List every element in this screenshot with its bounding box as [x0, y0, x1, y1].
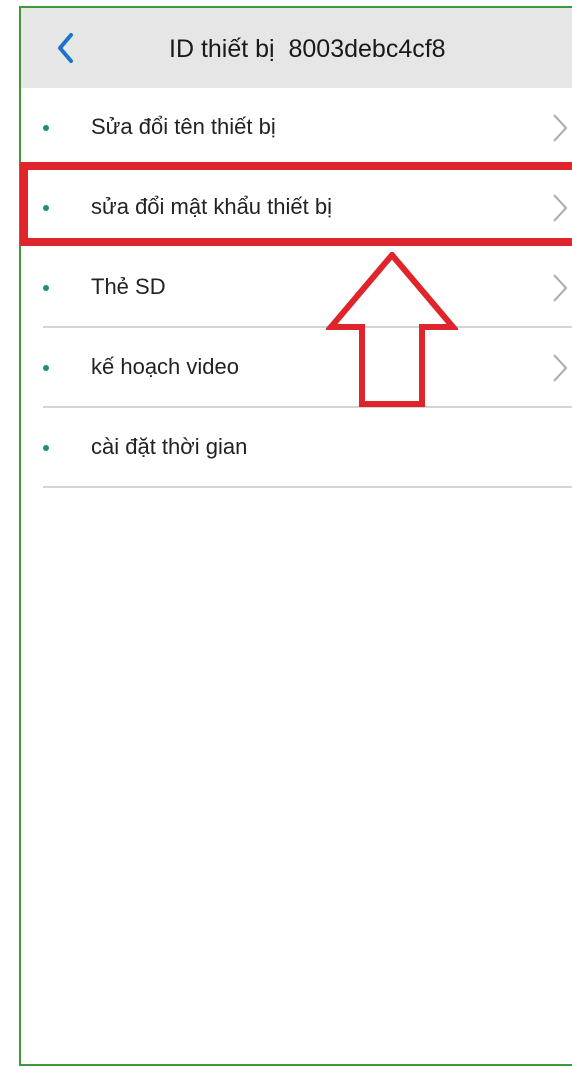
- chevron-left-icon: [58, 33, 73, 63]
- bullet-icon: [43, 365, 49, 371]
- menu-item-label: kế hoạch video: [91, 354, 239, 379]
- menu-item-label: sửa đổi mật khẩu thiết bị: [91, 194, 332, 219]
- top-bar: ID thiết bị 8003debc4cf8: [21, 8, 572, 88]
- chevron-right-icon: [553, 114, 568, 142]
- chevron-right-icon: [553, 354, 568, 382]
- menu-item-change-password[interactable]: sửa đổi mật khẩu thiết bị: [21, 168, 572, 248]
- page-title: ID thiết bị 8003debc4cf8: [169, 35, 446, 63]
- settings-menu: Sửa đổi tên thiết bị sửa đổi mật khẩu th…: [21, 88, 572, 488]
- bullet-icon: [43, 125, 49, 131]
- bullet-icon: [43, 205, 49, 211]
- chevron-right-icon: [553, 274, 568, 302]
- divider: [43, 486, 572, 488]
- menu-item-time-settings[interactable]: cài đặt thời gian: [21, 408, 572, 488]
- menu-item-label: cài đặt thời gian: [91, 434, 248, 459]
- menu-item-label: Thẻ SD: [91, 274, 166, 299]
- chevron-right-icon: [553, 194, 568, 222]
- menu-item-sd-card[interactable]: Thẻ SD: [21, 248, 572, 328]
- menu-item-rename-device[interactable]: Sửa đổi tên thiết bị: [21, 88, 572, 168]
- bullet-icon: [43, 285, 49, 291]
- bullet-icon: [43, 445, 49, 451]
- menu-item-video-schedule[interactable]: kế hoạch video: [21, 328, 572, 408]
- back-button[interactable]: [51, 30, 81, 66]
- menu-item-label: Sửa đổi tên thiết bị: [91, 114, 276, 139]
